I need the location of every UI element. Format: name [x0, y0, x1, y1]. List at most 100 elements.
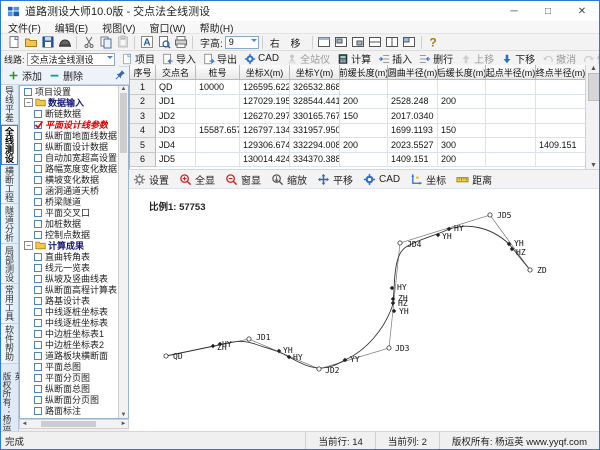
- column-header-序号[interactable]: 序号: [130, 65, 156, 80]
- font-style-button[interactable]: A: [138, 35, 155, 50]
- checkbox-icon[interactable]: [34, 340, 42, 349]
- cut-button[interactable]: [80, 35, 97, 50]
- checkbox-icon[interactable]: [34, 296, 42, 305]
- row-number-cell[interactable]: 2: [130, 94, 156, 109]
- checkbox-icon[interactable]: [34, 131, 42, 140]
- menu-帮助(H)[interactable]: 帮助(H): [193, 20, 241, 35]
- table-cell[interactable]: 2017.0340: [388, 109, 438, 124]
- table-row[interactable]: 3 JD2 126270.297 330165.767 150 2017.0340: [130, 109, 599, 124]
- table-row[interactable]: 4 JD3 15587.657 126797.134 331957.950 1699.11…: [130, 123, 599, 138]
- table-cell[interactable]: [438, 80, 486, 95]
- menu-文件(F)[interactable]: 文件(F): [1, 20, 48, 35]
- checkbox-icon[interactable]: [34, 208, 42, 217]
- table-cell[interactable]: [486, 123, 536, 138]
- table-cell[interactable]: QD: [156, 80, 196, 95]
- checkbox-icon[interactable]: [34, 109, 42, 118]
- checkbox-icon[interactable]: [34, 285, 42, 294]
- table-row[interactable]: 6 JD5 130014.424 334370.388 1409.151 200: [130, 152, 599, 167]
- scroll-down-icon[interactable]: ▼: [119, 412, 128, 418]
- new-file-button[interactable]: [5, 35, 22, 50]
- save-button[interactable]: [39, 35, 56, 50]
- win-tile-4-button[interactable]: [367, 35, 384, 50]
- column-header-坐标X(m)[interactable]: 坐标X(m): [240, 65, 290, 80]
- column-header-后缓长度(m)[interactable]: 后缓长度(m): [438, 65, 486, 80]
- table-cell[interactable]: 2528.248: [388, 94, 438, 109]
- toolbar-button-插入[interactable]: 插入: [376, 51, 414, 66]
- table-cell[interactable]: 200: [340, 94, 388, 109]
- table-cell[interactable]: 330165.767: [290, 109, 340, 124]
- table-cell[interactable]: [536, 80, 586, 95]
- row-number-cell[interactable]: 6: [130, 152, 156, 167]
- win-tile-5-button[interactable]: [384, 35, 401, 50]
- sidebar-tab-隧道分析[interactable]: 隧道分析: [1, 204, 18, 245]
- checkbox-icon[interactable]: [34, 230, 42, 239]
- sidebar-tab-横断工程[interactable]: 横断工程: [1, 164, 18, 205]
- table-cell[interactable]: JD4: [156, 138, 196, 153]
- checkbox-icon[interactable]: [34, 329, 42, 338]
- checkbox-icon[interactable]: [24, 87, 32, 96]
- tree-horizontal-scrollbar[interactable]: ◄ ►: [19, 419, 129, 429]
- sidebar-tab-局部测设[interactable]: 局部测设: [1, 244, 18, 285]
- column-header-起点半径(m)[interactable]: 起点半径(m): [486, 65, 536, 80]
- canvas-button-缩放[interactable]: 缩放: [271, 172, 307, 187]
- table-row[interactable]: 2 JD1 127029.195 328544.441 200 2528.248 200: [130, 94, 599, 109]
- scroll-up-icon[interactable]: ▲: [590, 65, 597, 72]
- copy-button[interactable]: [97, 35, 114, 50]
- sidebar-tab-全线测设[interactable]: 全线测设: [1, 124, 18, 165]
- tree-expander-icon[interactable]: −: [24, 98, 33, 107]
- table-cell[interactable]: [340, 123, 388, 138]
- tree-vertical-scrollbar[interactable]: ▲ ▼: [118, 86, 128, 418]
- table-cell[interactable]: 200: [438, 152, 486, 167]
- minimize-button[interactable]: ─: [497, 1, 531, 21]
- table-cell[interactable]: [486, 80, 536, 95]
- help-button[interactable]: ?: [425, 35, 442, 50]
- column-header-桩号[interactable]: 桩号: [196, 65, 240, 80]
- toolbar-button-CAD[interactable]: CAD: [242, 51, 281, 66]
- win-tile-6-button[interactable]: [401, 35, 418, 50]
- canvas-button-设置[interactable]: 设置: [133, 172, 169, 187]
- checkbox-icon[interactable]: [34, 142, 42, 151]
- win-tile-1-button[interactable]: [316, 35, 333, 50]
- checkbox-icon[interactable]: [34, 120, 44, 129]
- print-preview-button[interactable]: [155, 35, 172, 50]
- table-cell[interactable]: [536, 123, 586, 138]
- checkbox-icon[interactable]: [34, 164, 42, 173]
- route-combobox[interactable]: 交点法全线测设: [26, 52, 115, 66]
- move-right-button[interactable]: 右 移: [266, 35, 309, 50]
- table-cell[interactable]: 1409.151: [388, 152, 438, 167]
- table-cell[interactable]: [340, 80, 388, 95]
- table-cell[interactable]: 1409.151: [536, 138, 586, 153]
- row-number-cell[interactable]: 4: [130, 123, 156, 138]
- checkbox-icon[interactable]: [34, 175, 42, 184]
- table-cell[interactable]: 326532.868: [290, 80, 340, 95]
- table-cell[interactable]: [536, 152, 586, 167]
- table-cell[interactable]: [196, 138, 240, 153]
- table-cell[interactable]: 1699.1193: [388, 123, 438, 138]
- canvas-button-全显[interactable]: 全显: [179, 172, 215, 187]
- table-cell[interactable]: 130014.424: [240, 152, 290, 167]
- table-cell[interactable]: 300: [438, 138, 486, 153]
- checkbox-icon[interactable]: [34, 219, 42, 228]
- open-folder-button[interactable]: [22, 35, 39, 50]
- table-cell[interactable]: 129306.674: [240, 138, 290, 153]
- checkbox-icon[interactable]: [34, 373, 42, 382]
- row-number-cell[interactable]: 3: [130, 109, 156, 124]
- add-route-button[interactable]: 添加: [8, 68, 42, 83]
- table-cell[interactable]: 200: [438, 94, 486, 109]
- remove-route-button[interactable]: 删除: [49, 68, 83, 83]
- toolbar-button-导入[interactable]: 导入: [160, 51, 198, 66]
- checkbox-icon[interactable]: [34, 274, 42, 283]
- win-tile-2-button[interactable]: [333, 35, 350, 50]
- table-cell[interactable]: JD5: [156, 152, 196, 167]
- menu-编辑(E)[interactable]: 编辑(E): [48, 20, 95, 35]
- checkbox-icon[interactable]: [34, 406, 42, 415]
- close-button[interactable]: ✕: [565, 1, 599, 21]
- table-cell[interactable]: 200: [340, 138, 388, 153]
- table-cell[interactable]: 2023.5527: [388, 138, 438, 153]
- table-cell[interactable]: 334370.388: [290, 152, 340, 167]
- table-cell[interactable]: [486, 109, 536, 124]
- checkbox-icon[interactable]: [34, 362, 42, 371]
- printer-button[interactable]: [172, 35, 189, 50]
- menu-视图(V)[interactable]: 视图(V): [95, 20, 142, 35]
- table-cell[interactable]: [486, 138, 536, 153]
